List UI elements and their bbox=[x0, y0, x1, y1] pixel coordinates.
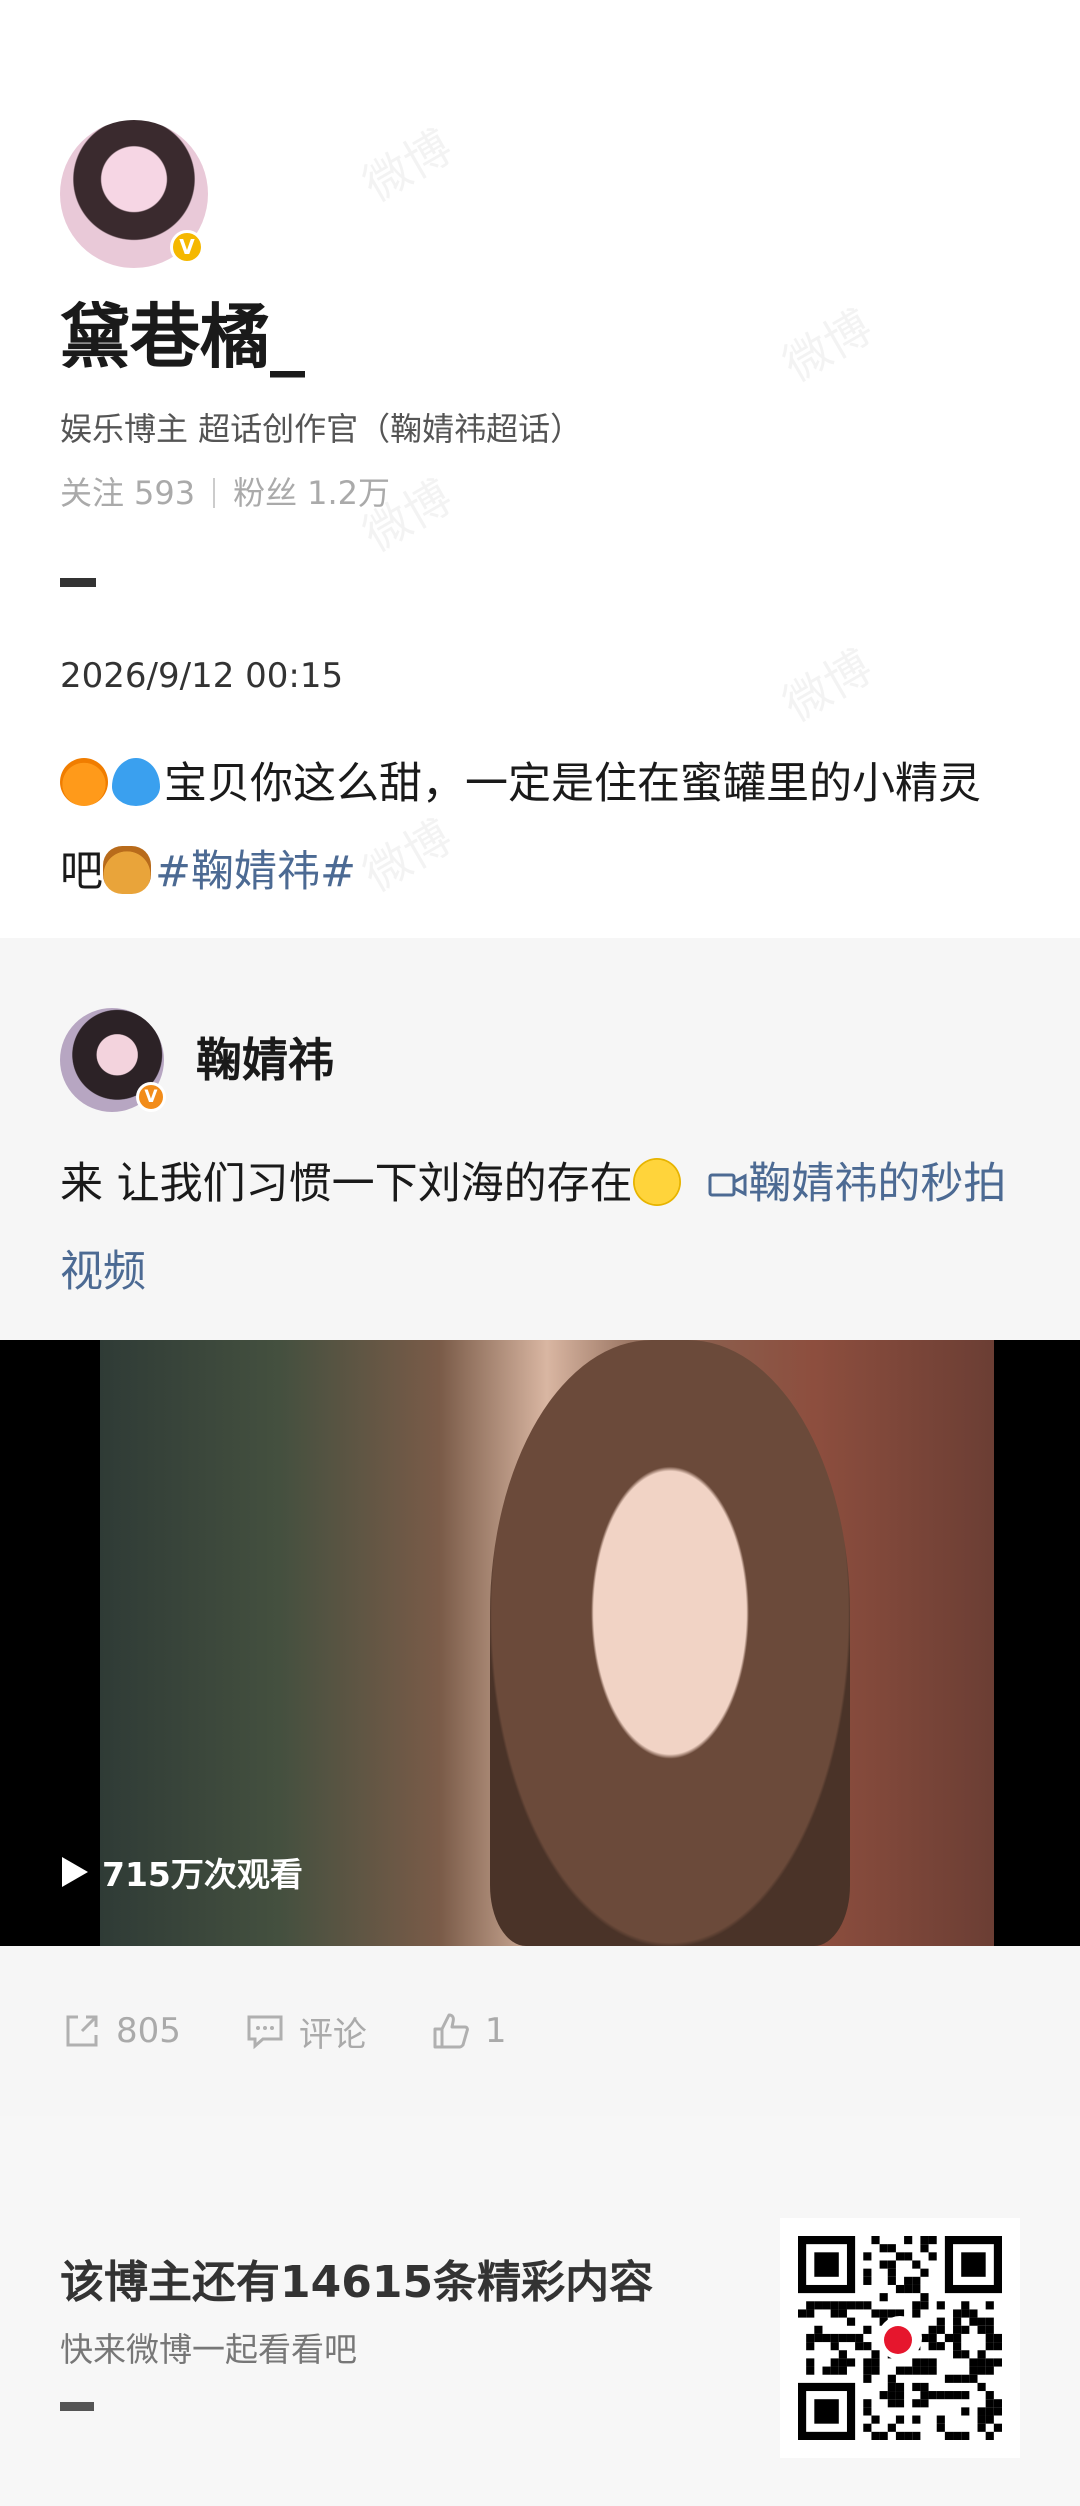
smiley-emoji-icon bbox=[632, 1158, 681, 1206]
honey-pot-emoji-icon bbox=[103, 846, 151, 894]
like-button[interactable]: 1 bbox=[429, 2009, 507, 2053]
following-label[interactable]: 关注 bbox=[60, 472, 124, 514]
qr-code-icon bbox=[798, 2236, 1002, 2440]
comment-icon bbox=[247, 2015, 283, 2050]
following-count: 593 bbox=[134, 474, 196, 512]
comment-button[interactable]: 评论 bbox=[243, 2007, 367, 2056]
repost-body: 来 让我们习惯一下刘海的存在 bbox=[60, 1159, 633, 1209]
video-subject bbox=[490, 1340, 850, 1946]
footer-title: 该博主还有14615条精彩内容 bbox=[60, 2257, 654, 2308]
profile-stats: 关注 593 粉丝 1.2万 bbox=[60, 472, 390, 514]
profile-bio: 娱乐博主 超话创作官（鞠婧祎超话） bbox=[60, 410, 583, 448]
profile-name[interactable]: 黛巷橘_ bbox=[60, 292, 305, 382]
followers-label[interactable]: 粉丝 bbox=[233, 472, 297, 514]
verified-badge: V bbox=[136, 1082, 166, 1112]
topic-link[interactable]: #鞠婧祎# bbox=[155, 847, 356, 897]
repost-author[interactable]: 鞠婧祎 bbox=[196, 1030, 334, 1090]
blue-heart-emoji-icon bbox=[112, 758, 160, 806]
view-count: 715万次观看 bbox=[62, 1848, 303, 1896]
qr-code bbox=[780, 2218, 1020, 2458]
divider bbox=[60, 2402, 94, 2411]
post-text: 宝贝你这么甜，一定是住在蜜罐里的小精灵吧 #鞠婧祎# bbox=[60, 740, 1020, 916]
footer-subtitle: 快来微博一起看看吧 bbox=[60, 2330, 357, 2369]
action-bar: 805 评论 1 bbox=[60, 2006, 569, 2056]
repost-text: 来 让我们习惯一下刘海的存在 鞠婧祎的秒拍视频 bbox=[60, 1140, 1020, 1316]
followers-count: 1.2万 bbox=[307, 474, 391, 512]
divider bbox=[60, 578, 96, 587]
comment-label: 评论 bbox=[298, 2014, 367, 2055]
post-date: 2026/9/12 00:15 bbox=[60, 656, 344, 696]
share-button[interactable]: 805 bbox=[60, 2009, 181, 2053]
video-camera-icon bbox=[708, 1173, 747, 1197]
share-count: 805 bbox=[116, 2011, 181, 2051]
verified-badge: V bbox=[170, 230, 204, 264]
orange-emoji-icon bbox=[60, 758, 108, 806]
watermark: 微博 bbox=[350, 111, 463, 214]
watermark: 微博 bbox=[770, 631, 883, 734]
watermark: 微博 bbox=[770, 291, 883, 394]
like-count: 1 bbox=[484, 2011, 507, 2051]
divider bbox=[213, 478, 216, 508]
view-count-label: 715万次观看 bbox=[102, 1855, 303, 1894]
play-icon[interactable] bbox=[62, 1857, 88, 1887]
share-icon bbox=[66, 2015, 98, 2047]
thumbs-up-icon bbox=[433, 2013, 469, 2049]
